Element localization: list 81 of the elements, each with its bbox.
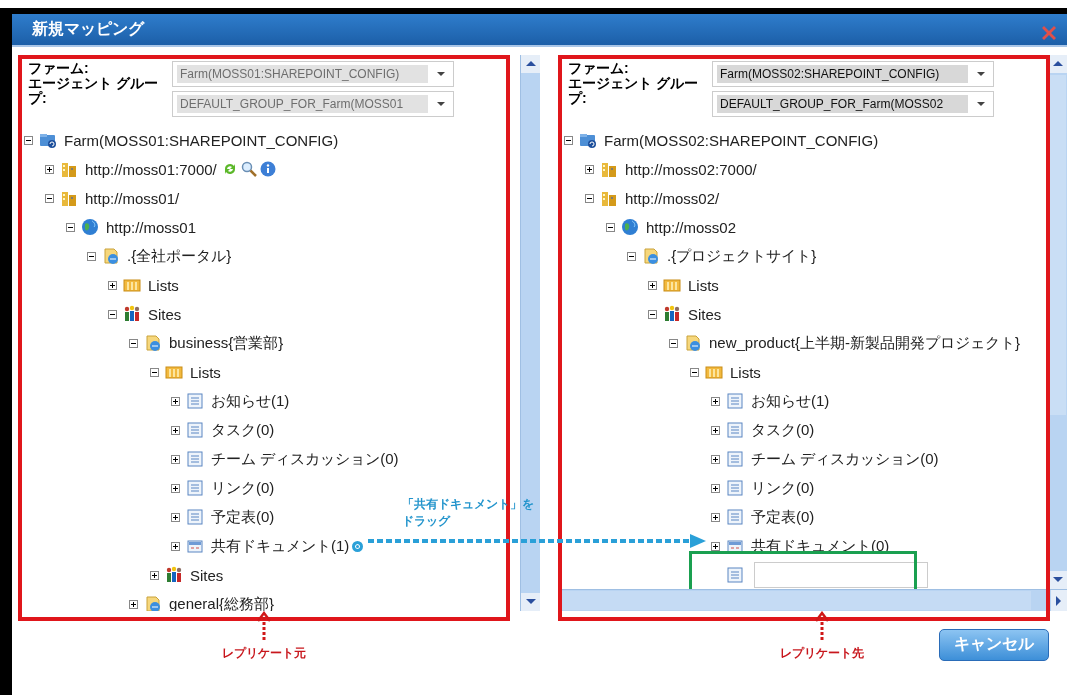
- list-icon: [726, 508, 744, 527]
- list-icon: [186, 421, 204, 440]
- search-icon[interactable]: [240, 161, 257, 178]
- tree-item[interactable]: チーム ディスカッション(0): [749, 449, 941, 470]
- collapse-icon[interactable]: [690, 368, 699, 377]
- tree-item[interactable]: Lists: [686, 276, 721, 295]
- people-icon: [123, 305, 141, 324]
- field-label: ファーム:: [28, 61, 90, 76]
- site-icon: [642, 247, 660, 266]
- tree-item[interactable]: http://moss02:7000/: [623, 160, 759, 179]
- list-icon: [726, 421, 744, 440]
- field-label: ファーム:: [568, 61, 630, 76]
- collapse-icon[interactable]: [585, 194, 594, 203]
- list-icon: [726, 479, 744, 498]
- tree-item[interactable]: http://moss02/: [623, 189, 722, 208]
- tree-item[interactable]: Farm(MOSS02:SHAREPOINT_CONFIG): [602, 131, 881, 150]
- info-icon[interactable]: [259, 161, 276, 178]
- annotation-caption: レプリケート元: [222, 645, 306, 662]
- expand-icon[interactable]: [585, 165, 594, 174]
- expand-icon[interactable]: [711, 484, 720, 493]
- expand-icon[interactable]: [711, 397, 720, 406]
- list-icon: [186, 508, 204, 527]
- tree-item[interactable]: リンク(0): [749, 478, 817, 499]
- folder-icon: [663, 276, 681, 295]
- list-icon: [186, 392, 204, 411]
- tree-item[interactable]: http://moss02: [644, 218, 739, 237]
- site-icon: [144, 334, 162, 353]
- expand-icon[interactable]: [711, 426, 720, 435]
- tree-item[interactable]: 予定表(0): [749, 507, 817, 528]
- caret-icon: [437, 102, 445, 106]
- tree-item[interactable]: Lists: [728, 363, 763, 382]
- expand-icon[interactable]: [648, 281, 657, 290]
- people-icon: [663, 305, 681, 324]
- expand-icon[interactable]: [711, 455, 720, 464]
- name-input-field[interactable]: [754, 562, 928, 589]
- tree-item[interactable]: new_product{上半期-新製品開発プロジェクト}: [707, 333, 1022, 354]
- vertical-scrollbar[interactable]: [520, 55, 540, 611]
- building-icon: [600, 160, 618, 179]
- up-arrow: [815, 611, 829, 641]
- annotation-caption: 「共有ドキュメント」を: [402, 496, 534, 513]
- field-label: エージェント グループ:: [568, 76, 699, 106]
- site-icon: [102, 247, 120, 266]
- collapse-icon[interactable]: [606, 223, 615, 232]
- up-arrow: [257, 611, 271, 641]
- list-icon: [186, 479, 204, 498]
- folder-icon: [705, 363, 723, 382]
- farm-dropdown[interactable]: Farm(MOSS02:SHAREPOINT_CONFIG): [712, 61, 994, 87]
- list-icon: [186, 450, 204, 469]
- list-icon: [726, 450, 744, 469]
- folder-icon: [123, 276, 141, 295]
- building-icon: [600, 189, 618, 208]
- site-icon: [684, 334, 702, 353]
- server-icon: [39, 131, 57, 150]
- list-icon: [726, 392, 744, 411]
- tree-item[interactable]: タスク(0): [749, 420, 817, 441]
- globe-icon: [81, 218, 99, 237]
- collapse-icon[interactable]: [669, 339, 678, 348]
- collapse-icon[interactable]: [648, 310, 657, 319]
- collapse-icon[interactable]: [627, 252, 636, 261]
- globe-icon: [621, 218, 639, 237]
- group-dropdown[interactable]: DEFAULT_GROUP_FOR_Farm(MOSS02: [712, 91, 994, 117]
- caret-icon: [977, 102, 985, 106]
- window-title: 新規マッピング: [32, 19, 144, 39]
- annotation-caption: レプリケート先: [780, 645, 864, 662]
- tree-item[interactable]: Sites: [686, 305, 724, 324]
- annotation-caption: ドラッグ: [402, 513, 450, 530]
- collapse-icon[interactable]: [564, 136, 573, 145]
- server-icon: [579, 131, 597, 150]
- building-icon: [60, 189, 78, 208]
- tree-item[interactable]: .{プロジェクトサイト}: [665, 246, 819, 267]
- folder-icon: [165, 363, 183, 382]
- tree-item[interactable]: お知らせ(1): [749, 391, 832, 412]
- document-library-icon: [186, 537, 204, 556]
- expand-icon[interactable]: [711, 542, 720, 551]
- expand-icon[interactable]: [711, 513, 720, 522]
- caret-icon: [977, 72, 985, 76]
- caret-icon: [437, 72, 445, 76]
- building-icon: [60, 160, 78, 179]
- list-icon: [726, 566, 744, 585]
- people-icon: [165, 566, 183, 585]
- field-label: エージェント グループ:: [28, 76, 159, 106]
